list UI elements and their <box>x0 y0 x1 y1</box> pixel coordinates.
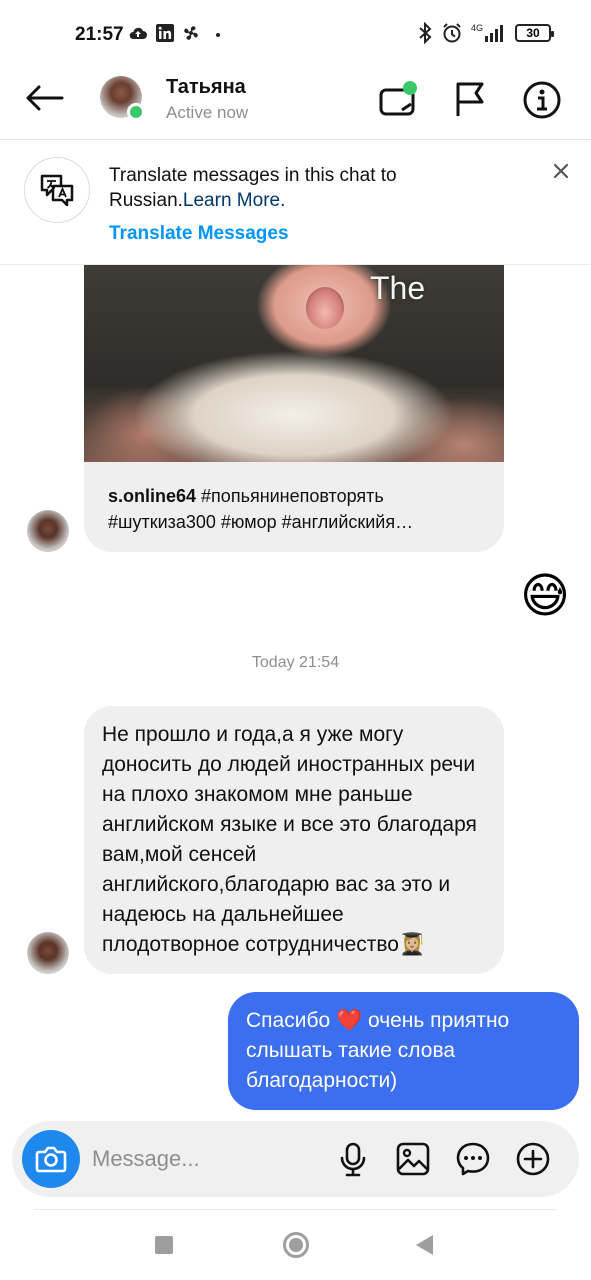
status-icons-right: 4G 30 <box>417 22 554 44</box>
status-bar: 21:57 4G 30 <box>0 0 591 68</box>
post-overlay-text: The <box>370 270 426 306</box>
message-timestamp: Today 21:54 <box>251 654 340 671</box>
status-time: 21:57 <box>75 24 124 45</box>
post-caption: s.online64 #попьянинеповторять #шуткиза3… <box>108 483 488 535</box>
battery-icon: 30 <box>515 24 554 42</box>
translate-prompt: Translate messages in this chat to Russi… <box>109 163 519 213</box>
sender-avatar[interactable] <box>27 932 69 974</box>
add-icon[interactable] <box>515 1141 551 1177</box>
camera-icon <box>35 1146 67 1173</box>
flag-icon[interactable] <box>452 80 488 118</box>
close-icon[interactable] <box>551 161 571 181</box>
post-caption-line1: #попьянинеповторять <box>201 486 384 506</box>
cloud-upload-icon <box>129 27 147 39</box>
translate-icon <box>40 174 74 207</box>
incoming-message[interactable]: Не прошло и года,а я уже могу доносить д… <box>84 706 504 974</box>
online-indicator <box>127 103 145 121</box>
outgoing-message[interactable]: Спасибо ❤️ очень приятно слышать такие с… <box>228 992 579 1110</box>
bluetooth-icon <box>419 22 432 44</box>
alarm-icon <box>443 23 461 43</box>
shared-post[interactable]: The s.online64 #попьянинеповторять #шутк… <box>84 265 504 552</box>
camera-button[interactable] <box>22 1130 80 1188</box>
battery-level: 30 <box>526 26 540 40</box>
microphone-icon[interactable] <box>335 1141 371 1177</box>
dot-icon <box>216 33 220 37</box>
info-icon[interactable] <box>522 80 562 120</box>
post-image[interactable]: The <box>84 265 504 462</box>
home-circle-icon[interactable] <box>283 1232 309 1258</box>
video-call-icon[interactable] <box>378 80 420 118</box>
translate-icon-wrap <box>24 157 90 223</box>
status-icons-left <box>128 24 222 42</box>
recents-square-icon[interactable] <box>155 1236 173 1254</box>
linkedin-icon <box>156 24 174 42</box>
back-triangle-icon[interactable] <box>416 1235 433 1255</box>
learn-more-link[interactable]: Learn More. <box>183 190 285 211</box>
contact-status: Active now <box>166 103 249 122</box>
emoji-message[interactable]: 😅 <box>520 570 570 624</box>
sender-avatar[interactable] <box>27 510 69 552</box>
translate-banner: Translate messages in this chat to Russi… <box>0 141 591 265</box>
post-image-detail <box>306 287 344 329</box>
contact-name[interactable]: Татьяна <box>166 76 246 99</box>
fan-icon <box>184 26 198 40</box>
chat-header: Татьяна Active now <box>0 68 591 140</box>
system-nav-bar <box>0 1214 591 1280</box>
translate-messages-button[interactable]: Translate Messages <box>109 223 289 245</box>
post-caption-line2: #шуткиза300 #юмор #английскийя… <box>108 512 414 532</box>
message-composer <box>12 1121 579 1197</box>
back-arrow-icon[interactable] <box>22 82 66 114</box>
gallery-icon[interactable] <box>395 1141 431 1177</box>
signal-icon: 4G <box>471 23 503 42</box>
network-label: 4G <box>471 23 483 33</box>
post-username[interactable]: s.online64 <box>108 486 196 506</box>
sticker-chat-icon[interactable] <box>455 1141 491 1177</box>
divider <box>34 1209 557 1210</box>
message-input[interactable] <box>92 1143 322 1175</box>
